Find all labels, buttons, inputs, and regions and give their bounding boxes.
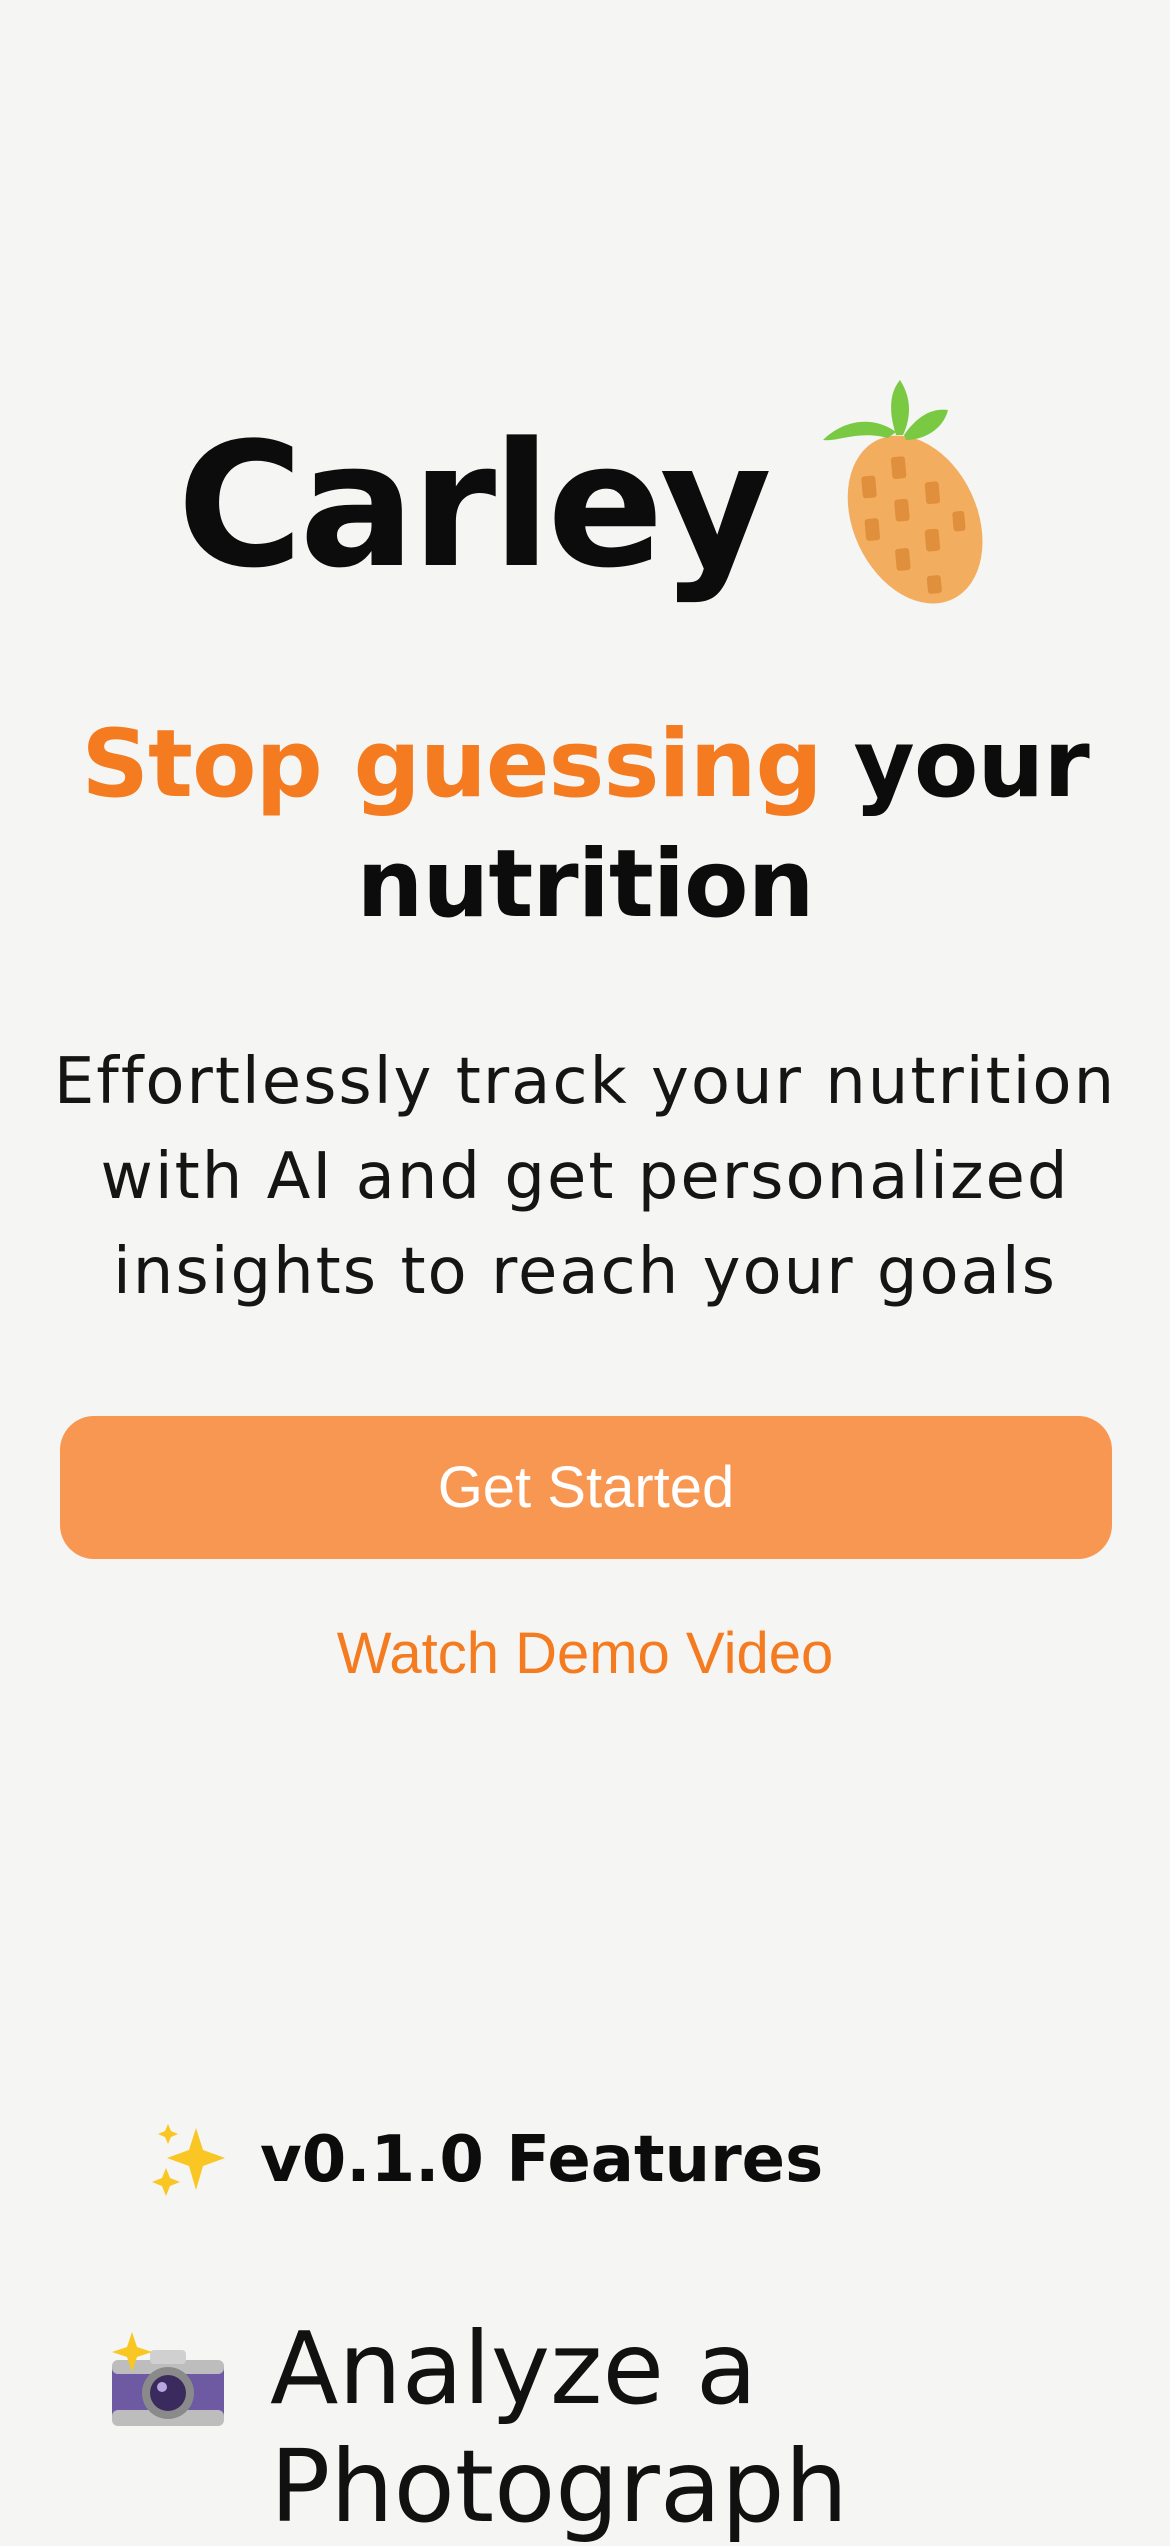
features-title: v0.1.0 Features — [260, 2123, 824, 2197]
camera-flash-icon — [112, 2332, 224, 2426]
sparkles-icon — [152, 2124, 225, 2196]
get-started-button[interactable]: Get Started — [60, 1416, 1112, 1559]
brand-header: Carley — [0, 380, 1170, 610]
headline-rest: your — [821, 710, 1090, 819]
features-heading: v0.1.0 Features — [150, 2120, 823, 2200]
feature-title-line: Analyze a — [270, 2310, 758, 2427]
subtitle-line: Effortlessly track your nutrition — [53, 1045, 1117, 1119]
headline-line2: nutrition — [356, 830, 814, 939]
watch-demo-link[interactable]: Watch Demo Video — [0, 1620, 1170, 1687]
feature-item: Analyze a Photograph — [110, 2310, 848, 2546]
pineapple-icon — [822, 380, 983, 604]
subtitle-line: with AI and get personalized — [100, 1140, 1070, 1214]
subtitle-line: insights to reach your goals — [113, 1235, 1057, 1309]
headline-accent: Stop guessing — [81, 710, 823, 819]
hero-headline: Stop guessing your nutrition — [0, 705, 1170, 945]
feature-title: Analyze a Photograph — [270, 2310, 848, 2546]
hero-subtitle: Effortlessly track your nutrition with A… — [30, 1035, 1140, 1320]
feature-title-line: Photograph — [270, 2428, 848, 2545]
app-name: Carley — [177, 405, 772, 606]
